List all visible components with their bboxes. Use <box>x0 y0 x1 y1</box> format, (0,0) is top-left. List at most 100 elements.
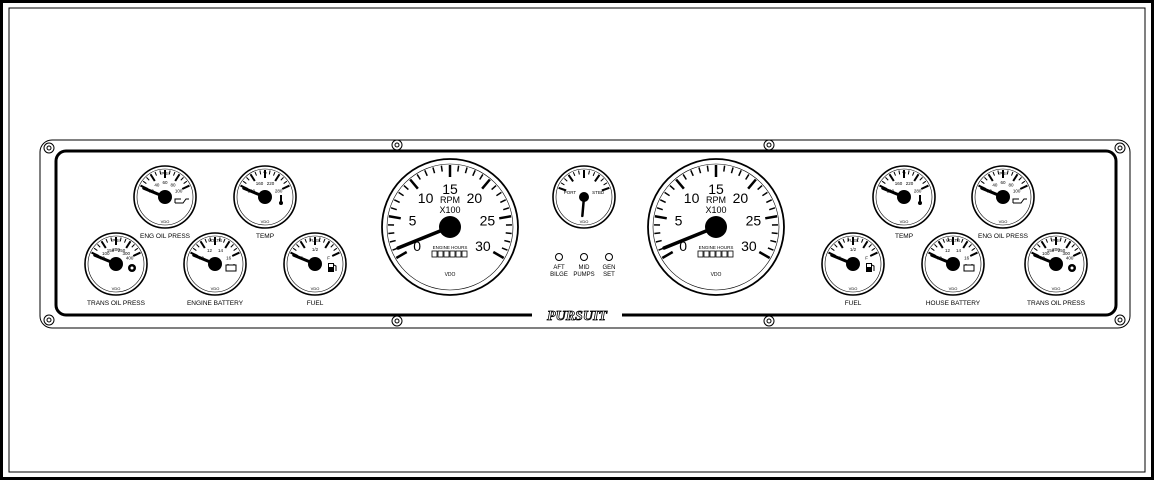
tach-tick <box>440 165 443 172</box>
gauge-maker: VDO <box>261 219 270 224</box>
panel-svg: PURSUIT 20406080100PSIVDOENG OIL PRESS10… <box>0 0 1154 480</box>
hour-meter-label: ENGINE HOURS <box>433 245 468 250</box>
gauge-hub <box>996 190 1010 204</box>
tach-subtitle: X100 <box>705 205 726 215</box>
screw <box>391 139 403 151</box>
gauge-unit: PSI <box>161 171 168 176</box>
gauge-tick-label: F <box>327 256 330 261</box>
gear-icon <box>128 264 136 272</box>
gauge-label: TRANS OIL PRESS <box>1027 300 1086 307</box>
gauge-unit: VOLTS <box>208 238 222 243</box>
tach-tick <box>771 232 778 235</box>
gauge-maker: VDO <box>580 219 589 224</box>
tach-tick <box>654 232 661 235</box>
gauge-trans-oil-press-right: 50100150200250300400PSIVDOTRANS OIL PRES… <box>1024 232 1088 307</box>
gauge-hub <box>897 190 911 204</box>
gauge-unit: PSI <box>999 171 1006 176</box>
gauge-tick-label: 1/2 <box>312 247 319 252</box>
tach-scale-label: 10 <box>684 190 700 206</box>
gauge-house-battery: 10121416VOLTSVDOHOUSE BATTERY <box>921 232 985 307</box>
gauge-tick-label: 100 <box>175 189 183 194</box>
switch-label: MID <box>579 265 591 271</box>
gauge-tick-label: STBD <box>592 190 605 195</box>
switch-label: AFT <box>553 265 565 271</box>
tach-scale-label: 20 <box>733 190 749 206</box>
gauge-tick-label: PORT <box>564 190 577 195</box>
gauge-hub <box>258 190 272 204</box>
page-frame-inner <box>8 7 1146 473</box>
gauge-unit: °F <box>263 171 268 176</box>
gear-icon <box>1068 264 1076 272</box>
switch-light <box>605 253 613 261</box>
screw <box>763 315 775 327</box>
tach-scale-label: 5 <box>409 212 417 228</box>
instrument-layer: 20406080100PSIVDOENG OIL PRESS1001602202… <box>84 158 1088 307</box>
gauge-unit: FUEL <box>309 238 321 243</box>
gauge-tick-label: 14 <box>218 248 224 253</box>
tach-scale-label: 5 <box>675 212 683 228</box>
gauge-tick-label: 16 <box>964 256 970 261</box>
gauge-tick-label: 220 <box>267 181 275 186</box>
gauge-hub <box>208 257 222 271</box>
gauge-fuel-left: E1/2FFUELVDOFUEL <box>283 232 347 307</box>
screw <box>391 315 403 327</box>
tach-scale-label: 10 <box>418 190 434 206</box>
tach-title: RPM <box>706 195 726 205</box>
switch-light <box>555 253 563 261</box>
gauge-maker: VDO <box>161 219 170 224</box>
tachometer-tach-left: 051015202530RPMX100ENGINE HOURSVDO <box>381 158 519 296</box>
gauge-tick-label: 80 <box>1009 182 1015 187</box>
gauge-hub <box>109 257 123 271</box>
gauge-tick-label: 160 <box>895 181 903 186</box>
gauge-hub <box>846 257 860 271</box>
tach-scale-label: 30 <box>741 238 757 254</box>
tach-hub <box>705 216 727 238</box>
tachometer-tach-right: 051015202530RPMX100ENGINE HOURSVDO <box>647 158 785 296</box>
gauge-tick-label: 280 <box>914 189 922 194</box>
gauge-maker: VDO <box>311 286 320 291</box>
tach-title: RPM <box>440 195 460 205</box>
gauge-label: ENG OIL PRESS <box>978 233 1029 240</box>
switch-aft-bilge: AFTBILGE <box>550 253 568 278</box>
gauge-unit: VOLTS <box>946 238 960 243</box>
gauge-maker: VDO <box>999 219 1008 224</box>
gauge-tick-label: 60 <box>162 180 168 185</box>
gauge-engine-battery: 10121416VOLTSVDOENGINE BATTERY <box>183 232 247 307</box>
tach-maker: VDO <box>445 272 456 278</box>
gauge-label: TRANS OIL PRESS <box>87 300 146 307</box>
gauge-maker: VDO <box>900 219 909 224</box>
tach-scale-label: 20 <box>467 190 483 206</box>
gauge-tick-label: 40 <box>992 182 998 187</box>
gauge-label: ENG OIL PRESS <box>140 233 191 240</box>
tach-tick <box>706 165 709 172</box>
gauge-tick-label: 100 <box>1013 189 1021 194</box>
gauge-label: FUEL <box>307 300 324 307</box>
gauge-unit: °F <box>902 171 907 176</box>
gauge-unit: PSI <box>1052 238 1059 243</box>
screw <box>763 139 775 151</box>
gauge-tick-label: 60 <box>1000 180 1006 185</box>
gauge-label: FUEL <box>845 300 862 307</box>
gauge-tick-label: 14 <box>956 248 962 253</box>
tach-tick <box>723 165 726 172</box>
gauge-tick-label: 16 <box>226 256 232 261</box>
tach-maker: VDO <box>711 272 722 278</box>
tach-hub <box>439 216 461 238</box>
switch-light <box>580 253 588 261</box>
gauge-hub <box>1049 257 1063 271</box>
gauge-tick-label: F <box>865 256 868 261</box>
gauge-fuel-right: E1/2FFUELVDOFUEL <box>821 232 885 307</box>
gauge-tick-label: 40 <box>154 182 160 187</box>
tach-tick <box>388 232 395 235</box>
switch-label: SET <box>603 272 615 278</box>
tach-tick <box>505 232 512 235</box>
gauge-label: HOUSE BATTERY <box>926 300 981 307</box>
gauge-rudder: PORT STBD VDO <box>552 165 616 229</box>
screw <box>1114 314 1126 326</box>
gauge-temp-right: 100160220280°FVDOTEMP <box>872 165 936 240</box>
gauge-maker: VDO <box>1052 286 1061 291</box>
gauge-hub <box>308 257 322 271</box>
gauge-tick-label: 12 <box>945 248 951 253</box>
tach-subtitle: X100 <box>439 205 460 215</box>
gauge-label: TEMP <box>256 233 274 240</box>
